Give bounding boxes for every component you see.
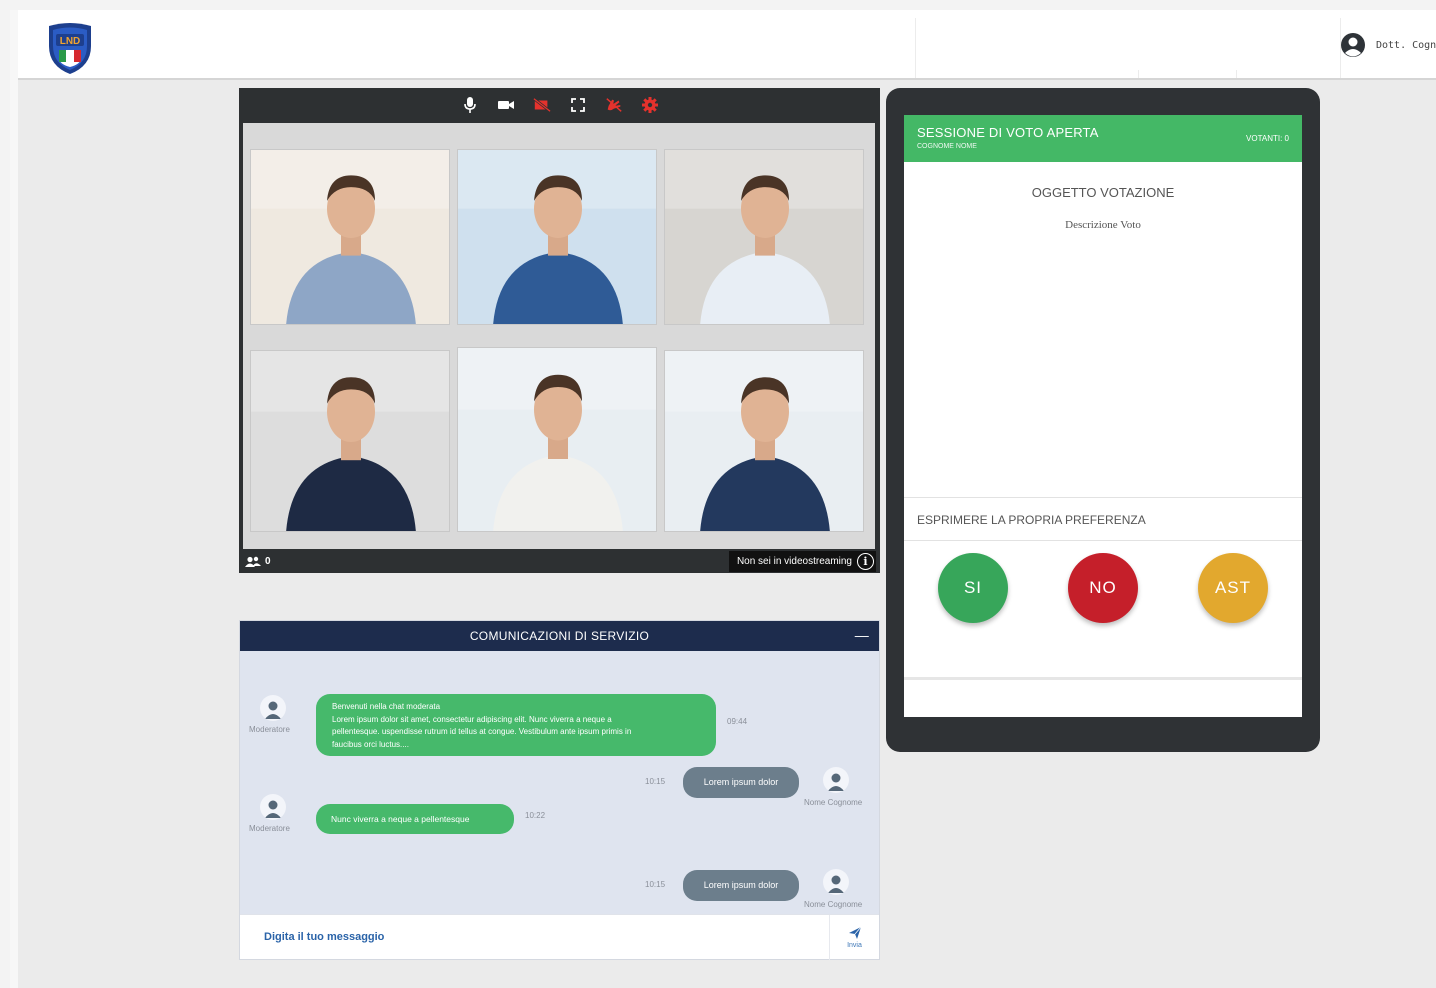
video-off-icon[interactable] [532,96,551,114]
message-line: Benvenuti nella chat moderata [332,702,441,711]
vote-description: Descrizione Voto [1065,219,1141,231]
user-avatar [823,767,849,793]
voting-status: SESSIONE DI VOTO APERTA [917,125,1099,140]
chat-message-bubble: Lorem ipsum dolor [683,870,799,901]
send-button[interactable]: Invia [829,915,879,960]
fullscreen-icon[interactable] [569,96,587,114]
user-avatar-icon [1341,33,1365,57]
streaming-status: Non sei in videostreaming i [728,551,876,572]
service-chat-panel: COMUNICAZIONI DI SERVIZIO — Moderatore B… [239,620,880,960]
user-icon [265,800,281,818]
participants-counter[interactable]: 0 [245,556,271,568]
message-author: Moderatore [249,725,290,734]
voters-count: VOTANTI: 0 [1246,134,1289,143]
user-icon [828,875,844,893]
header-divider [1138,70,1139,78]
user-name: Dott. Cognome [1376,39,1436,51]
message-author: Moderatore [249,824,290,833]
chat-header: COMUNICAZIONI DI SERVIZIO — [240,621,879,651]
vote-abstain-button[interactable]: AST [1198,553,1268,623]
minimize-button[interactable]: — [855,627,869,643]
user-avatar [823,869,849,895]
chat-title: COMUNICAZIONI DI SERVIZIO [469,629,650,643]
video-footer: 0 Non sei in videostreaming i [239,550,880,573]
participant-figure [665,150,863,324]
logo-text: LND [60,36,81,47]
video-grid [243,123,875,549]
users-icon [245,556,261,567]
page-left-edge [10,10,18,988]
participant-video-tile[interactable] [250,350,450,532]
message-author: Nome Cognome [804,900,863,909]
header-divider [915,18,916,78]
top-header: LND Dott. Cognome [18,10,1436,80]
user-icon [828,773,844,791]
message-time: 09:44 [727,717,748,726]
preference-label: ESPRIMERE LA PROPRIA PREFERENZA [917,513,1146,527]
vote-no-button[interactable]: NO [1068,553,1138,623]
participant-video-tile[interactable] [664,350,864,532]
preference-section: ESPRIMERE LA PROPRIA PREFERENZA [904,497,1302,541]
participant-figure [665,351,863,531]
vote-subject: OGGETTO VOTAZIONE [1031,185,1175,200]
participant-figure [251,150,449,324]
moderator-avatar [260,794,286,820]
chat-input-bar[interactable]: Digita il tuo messaggio Invia [240,914,879,960]
moderator-avatar [260,695,286,721]
hand-off-icon[interactable] [605,96,623,114]
message-time: 10:15 [645,880,666,889]
vote-yes-button[interactable]: SI [938,553,1008,623]
participant-video-tile[interactable] [457,149,657,325]
microphone-icon[interactable] [461,96,479,114]
message-line: pellentesque. uspendisse rutrum id tellu… [332,727,632,736]
chat-message-bubble: Nunc viverra a neque a pellentesque [316,804,514,834]
message-time: 10:15 [645,777,666,786]
participant-figure [251,351,449,531]
send-label: Invia [847,942,862,949]
lnd-logo[interactable]: LND [46,22,94,76]
page: LND Dott. Cognome [10,10,1436,988]
voting-screen: SESSIONE DI VOTO APERTA COGNOME NOME VOT… [904,115,1302,717]
message-author: Nome Cognome [804,798,863,807]
video-conference-panel: 0 Non sei in videostreaming i [239,88,880,573]
chat-message-bubble: Benvenuti nella chat moderata Lorem ipsu… [316,694,716,756]
participant-video-tile[interactable] [457,347,657,532]
divider [904,677,1302,680]
voter-name: COGNOME NOME [917,143,977,150]
info-icon[interactable]: i [857,553,874,570]
participants-count: 0 [265,556,271,567]
user-icon [265,701,281,719]
voting-tablet: SESSIONE DI VOTO APERTA COGNOME NOME VOT… [886,88,1320,752]
message-time: 10:22 [525,811,546,820]
video-toolbar [239,88,880,122]
voting-session-header: SESSIONE DI VOTO APERTA COGNOME NOME VOT… [904,115,1302,162]
chat-message-input[interactable]: Digita il tuo messaggio [264,931,384,943]
camera-icon[interactable] [497,96,515,114]
settings-icon[interactable] [641,96,659,114]
participant-figure [458,150,656,324]
participant-video-tile[interactable] [250,149,450,325]
user-menu[interactable]: Dott. Cognome [1340,32,1436,58]
message-line: Lorem ipsum dolor sit amet, consectetur … [332,714,612,724]
message-line: faucibus orci luctus.... [332,739,409,749]
chat-message-bubble: Lorem ipsum dolor [683,767,799,798]
send-icon [848,926,861,939]
participant-video-tile[interactable] [664,149,864,325]
header-divider [1236,70,1237,78]
participant-figure [458,348,656,531]
streaming-status-text: Non sei in videostreaming [736,556,852,567]
